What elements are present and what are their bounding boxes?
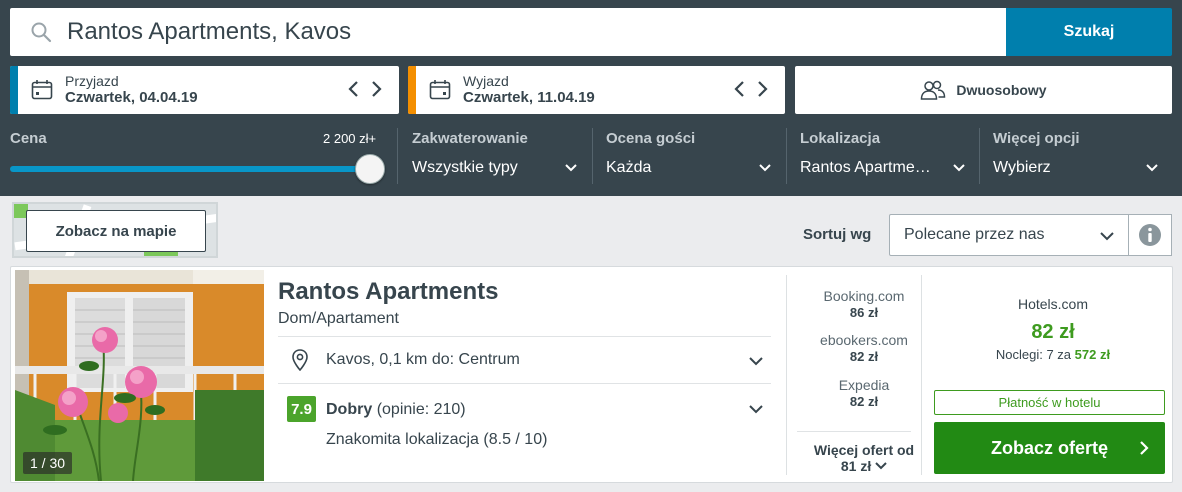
filter-divider [592,128,593,184]
location-filter-value: Rantos Apartme… [800,159,931,176]
chevron-down-icon [759,164,771,172]
offer-price: 82 zł [849,394,879,409]
chevron-down-icon [1146,164,1158,172]
checkout-date-picker[interactable]: Wyjazd Czwartek, 11.04.19 [408,66,785,114]
sort-select[interactable]: Polecane przez nas [889,214,1129,256]
chevron-down-icon [1100,232,1114,241]
more-offers-price: 81 zł [840,458,872,474]
chevron-left-icon[interactable] [345,78,363,100]
search-input[interactable]: Rantos Apartments, Kavos [10,8,1006,56]
view-deal-label: Zobacz ofertę [990,437,1109,458]
view-map-button[interactable]: Zobacz na mapie [26,210,206,252]
accommodation-filter-label: Zakwaterowanie [412,130,528,147]
guest-rating-filter-value: Każda [606,159,652,176]
filter-divider [397,128,398,184]
guest-rating-filter[interactable]: Ocena gości Każda [606,128,774,188]
rating-reviews: (opinie: 210) [376,401,466,418]
offer-item[interactable]: ebookers.com 82 zł [797,332,931,364]
offer-item[interactable]: Booking.com 86 zł [797,288,931,320]
offer-price: 82 zł [849,349,879,364]
more-options-filter[interactable]: Więcej opcji Wybierz [993,128,1161,188]
guests-selector[interactable]: Dwuosobowy [795,66,1172,114]
rating-subscore: Znakomita lokalizacja (8.5 / 10) [326,431,548,448]
checkout-value: Czwartek, 11.04.19 [463,89,595,106]
offer-site: Expedia [838,377,890,393]
chevron-down-icon [953,164,965,172]
location-filter-label: Lokalizacja [800,130,881,147]
nights-total-price: 572 zł [1074,347,1111,362]
nights-total: Noclegi: 7 za 572 zł [933,347,1173,362]
offer-site: ebookers.com [820,332,908,348]
hotel-name[interactable]: Rantos Apartments [278,278,498,306]
accommodation-filter[interactable]: Zakwaterowanie Wszystkie typy [412,128,580,188]
chevron-down-icon [875,462,887,470]
photo-counter: 1 / 30 [23,452,73,474]
nights-prefix: Noclegi: 7 za [995,347,1072,362]
more-offers-label: Więcej ofert od [813,442,915,458]
hotel-photo[interactable]: 1 / 30 [15,270,264,481]
filter-divider [979,128,980,184]
hotel-type: Dom/Apartament [278,310,399,327]
checkin-accent [10,66,18,114]
chevron-down-icon [565,164,577,172]
chevron-right-icon[interactable] [367,78,385,100]
checkin-label: Przyjazd [65,73,119,89]
more-offers-button[interactable]: Więcej ofert od 81 zł [797,442,931,474]
price-max-value: 2 200 zł+ [323,131,377,146]
calendar-icon [429,80,451,100]
divider [921,275,922,475]
accommodation-filter-value: Wszystkie typy [412,159,518,176]
rating-word: Dobry [326,401,373,418]
location-filter[interactable]: Lokalizacja Rantos Apartme… [800,128,968,188]
checkout-label: Wyjazd [463,73,509,89]
best-offer-site: Hotels.com [1017,296,1089,312]
calendar-icon [31,80,53,100]
more-options-filter-label: Więcej opcji [993,130,1080,147]
checkin-value: Czwartek, 04.04.19 [65,89,198,106]
sort-value: Polecane przez nas [904,226,1045,243]
search-query: Rantos Apartments, Kavos [67,18,352,45]
checkout-accent [408,66,416,114]
location-text: Kavos, 0,1 km do: Centrum [326,351,520,368]
info-icon [1139,224,1161,246]
hotel-photo-image [15,270,264,481]
more-options-filter-value: Wybierz [993,159,1051,176]
chevron-down-icon[interactable] [749,402,763,416]
best-offer-price[interactable]: 82 zł [933,321,1173,344]
search-icon [31,22,52,43]
guest-rating-filter-label: Ocena gości [606,130,696,147]
rating-score-badge: 7.9 [287,396,316,422]
offer-item[interactable]: Expedia 82 zł [797,377,931,409]
chevron-down-icon[interactable] [749,354,763,368]
price-slider-handle[interactable] [355,154,385,184]
sort-info-button[interactable] [1129,214,1172,256]
hotel-result-card[interactable]: 1 / 30 Rantos Apartments Dom/Apartament … [10,266,1173,483]
search-button[interactable]: Szukaj [1006,8,1172,56]
price-filter-label: Cena [10,130,47,147]
price-slider-track[interactable] [10,166,370,172]
checkin-date-picker[interactable]: Przyjazd Czwartek, 04.04.19 [10,66,399,114]
view-deal-button[interactable]: Zobacz ofertę [934,422,1165,474]
offer-price: 86 zł [849,305,879,320]
divider [786,275,787,475]
chevron-right-icon[interactable] [753,78,771,100]
separator [278,336,771,337]
chevron-left-icon[interactable] [731,78,749,100]
pay-at-hotel-badge: Płatność w hotelu [934,390,1165,415]
filter-divider [786,128,787,184]
guests-label: Dwuosobowy [956,82,1047,98]
location-pin-icon [292,349,308,371]
offer-site: Booking.com [823,288,905,304]
rating-summary: Dobry (opinie: 210) [326,401,466,419]
separator [797,431,911,432]
chevron-right-icon [1140,441,1149,455]
separator [278,383,771,384]
sort-label: Sortuj wg [803,226,872,243]
users-icon [921,80,946,100]
